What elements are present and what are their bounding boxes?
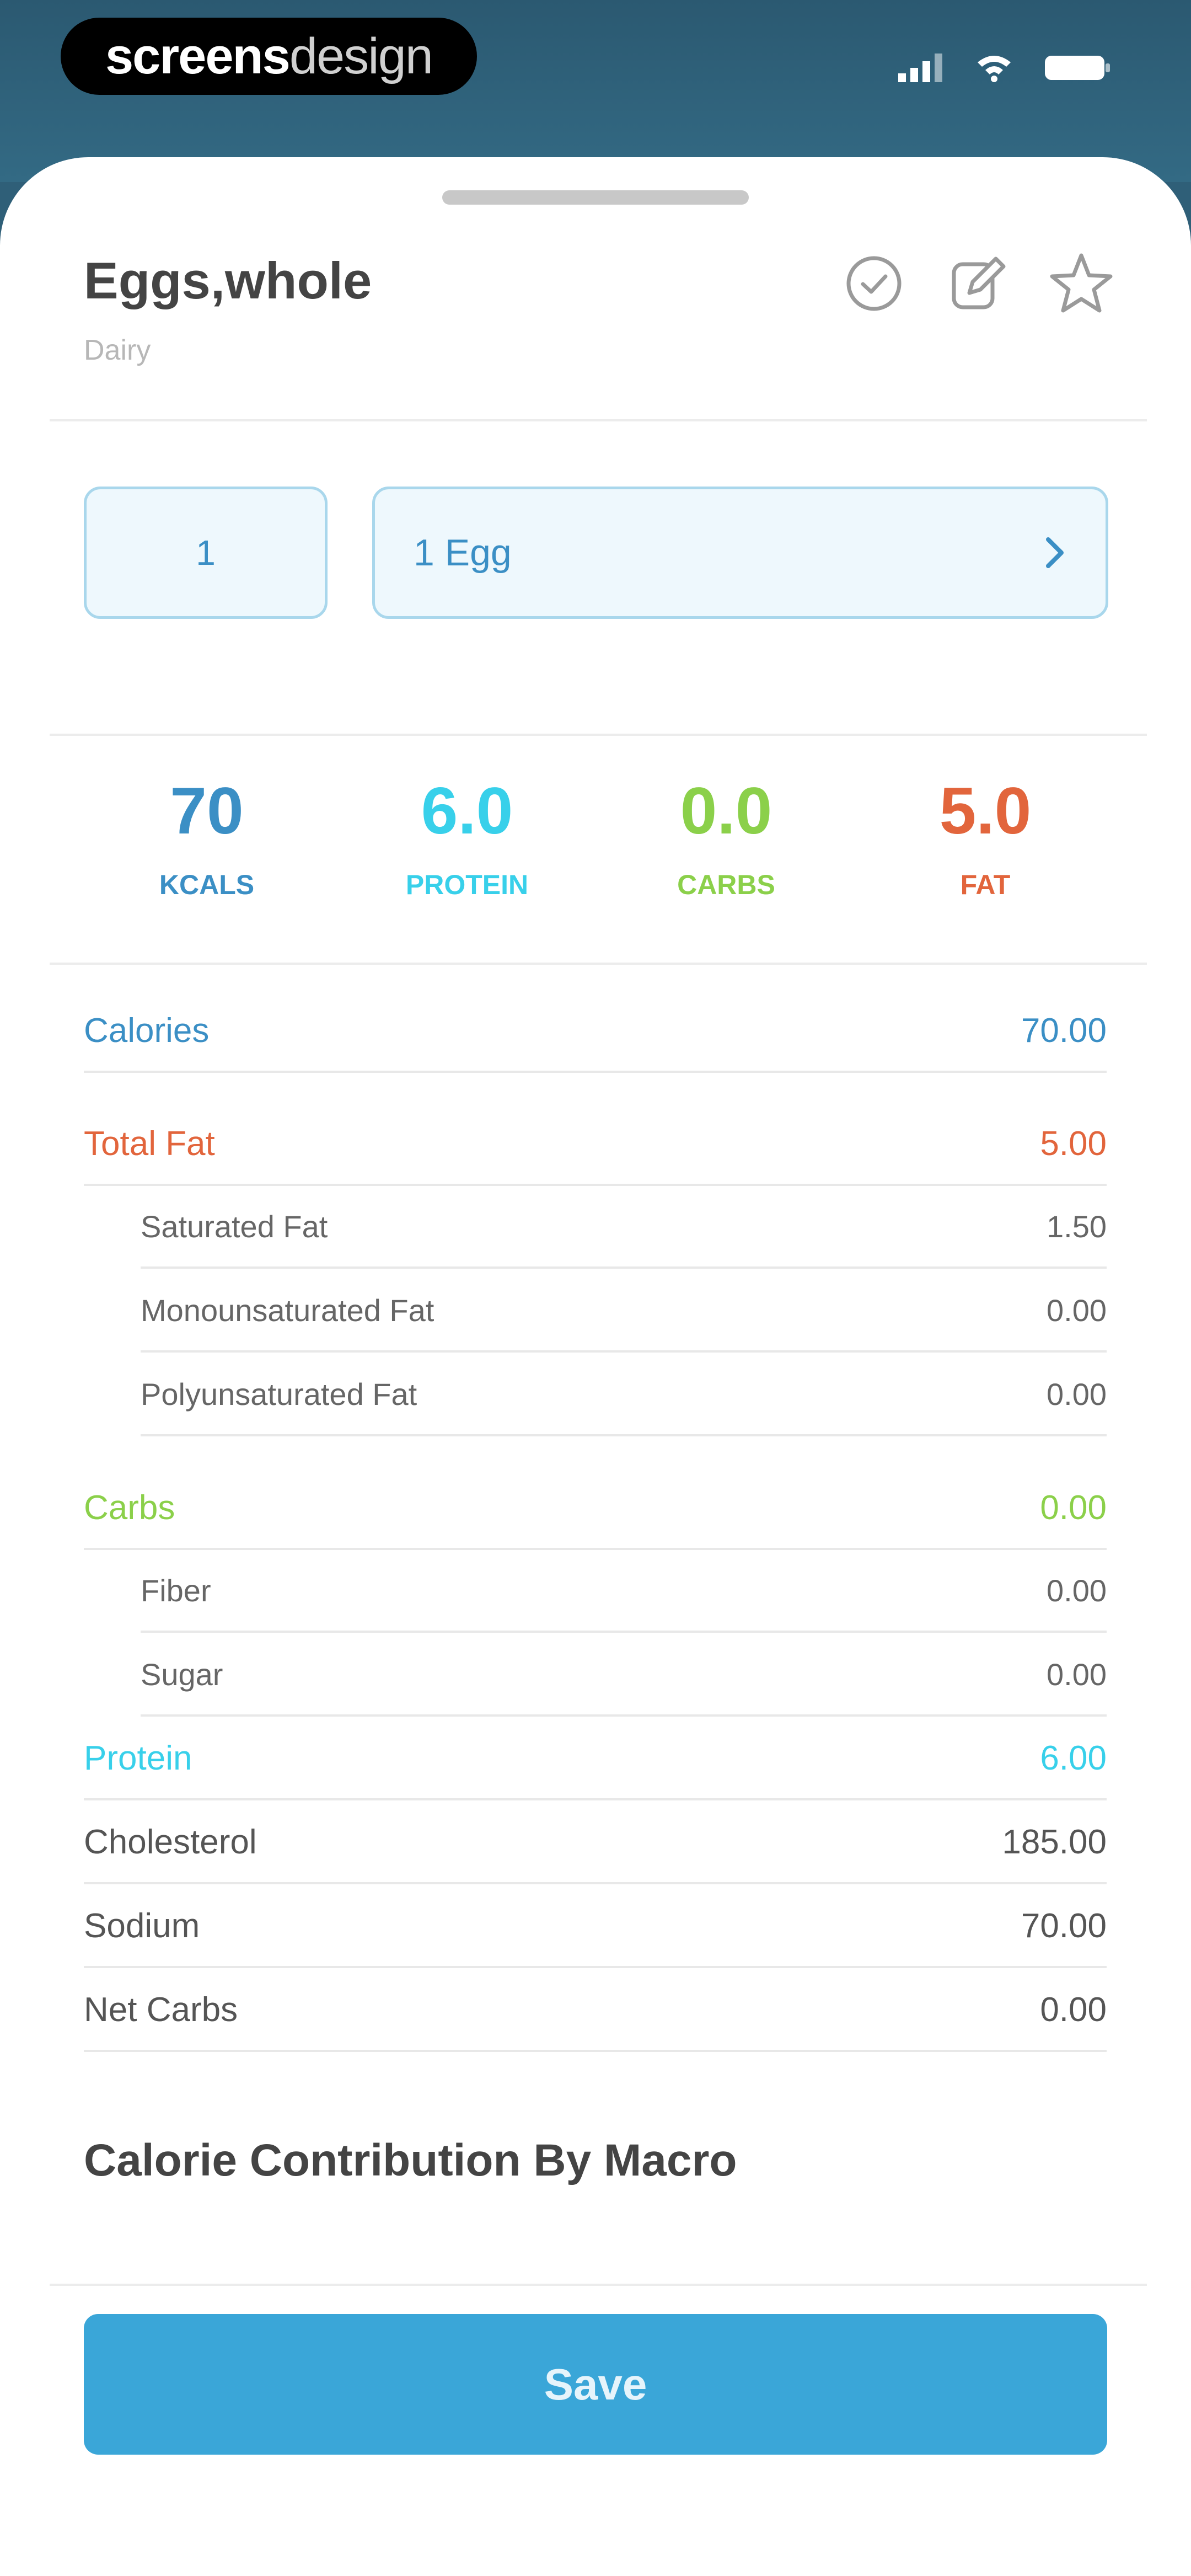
nutrient-label: Protein <box>84 1739 192 1777</box>
check-circle-icon[interactable] <box>841 251 906 316</box>
food-category: Dairy <box>84 334 151 366</box>
signal-icon <box>898 54 942 82</box>
nutrient-label: Sugar <box>141 1656 223 1692</box>
brand-logo-part-a: screens <box>105 28 291 84</box>
nutrient-label: Calories <box>84 1011 210 1050</box>
brand-logo: screensdesign <box>61 18 477 95</box>
macro-value: 5.0 <box>939 774 1032 848</box>
divider <box>50 2284 1147 2286</box>
nutrient-label: Total Fat <box>84 1124 215 1163</box>
nutrient-row-carbs: Carbs 0.00 <box>84 1467 1107 1550</box>
star-icon[interactable] <box>1049 251 1114 316</box>
nutrient-value: 70.00 <box>1021 1011 1107 1050</box>
macro-label: KCALS <box>159 869 255 900</box>
nutrient-value: 0.00 <box>1040 1990 1107 2029</box>
edit-icon[interactable] <box>945 251 1010 316</box>
nutrient-value: 6.00 <box>1040 1739 1107 1777</box>
nutrient-row-total-fat: Total Fat 5.00 <box>84 1103 1107 1186</box>
nutrient-label: Fiber <box>141 1573 211 1608</box>
macro-label: PROTEIN <box>405 869 529 900</box>
nutrient-row-saturated-fat: Saturated Fat 1.50 <box>141 1186 1107 1269</box>
nutrient-value: 0.00 <box>1047 1292 1107 1328</box>
nutrient-label: Carbs <box>84 1488 175 1527</box>
nutrient-row-polyunsaturated-fat: Polyunsaturated Fat 0.00 <box>141 1354 1107 1436</box>
serving-unit-label: 1 Egg <box>414 532 512 574</box>
nutrient-value: 0.00 <box>1047 1573 1107 1608</box>
nutrient-label: Saturated Fat <box>141 1209 328 1244</box>
macro-protein: 6.0 PROTEIN <box>384 778 550 901</box>
macro-value: 70 <box>170 774 244 848</box>
nutrient-label: Cholesterol <box>84 1823 257 1861</box>
divider <box>50 734 1147 736</box>
nutrient-row-calories: Calories 70.00 <box>84 990 1107 1073</box>
macro-label: CARBS <box>677 869 775 900</box>
sheet-grabber[interactable] <box>442 190 749 205</box>
nutrient-value: 185.00 <box>1002 1823 1107 1861</box>
nutrient-value: 0.00 <box>1047 1656 1107 1692</box>
nutrient-value: 70.00 <box>1021 1906 1107 1945</box>
macro-value: 6.0 <box>421 774 513 848</box>
status-bar: screensdesign <box>0 0 1191 182</box>
nutrient-label: Monounsaturated Fat <box>141 1292 434 1328</box>
nutrient-row-cholesterol: Cholesterol 185.00 <box>84 1802 1107 1884</box>
quantity-input[interactable]: 1 <box>84 487 328 619</box>
nutrient-label: Sodium <box>84 1906 200 1945</box>
nutrient-row-net-carbs: Net Carbs 0.00 <box>84 1969 1107 2052</box>
food-title: Eggs,whole <box>84 252 372 309</box>
macro-label: FAT <box>960 869 1011 900</box>
macro-value: 0.0 <box>680 774 772 848</box>
nutrient-value: 0.00 <box>1047 1376 1107 1412</box>
divider <box>50 419 1147 421</box>
save-button[interactable]: Save <box>84 2314 1107 2455</box>
nutrient-value: 1.50 <box>1047 1209 1107 1244</box>
battery-icon <box>1045 56 1110 80</box>
nutrient-value: 0.00 <box>1040 1488 1107 1527</box>
macro-kcals: 70 KCALS <box>124 778 289 901</box>
nutrient-value: 5.00 <box>1040 1124 1107 1163</box>
status-icons <box>898 49 1111 87</box>
wifi-icon <box>978 56 1011 82</box>
nutrient-row-fiber: Fiber 0.00 <box>141 1550 1107 1633</box>
food-detail-sheet: Eggs,whole Dairy 1 1 Egg 70 KCALS 6.0 PR… <box>0 157 1191 2576</box>
serving-unit-select[interactable]: 1 Egg <box>372 487 1108 619</box>
divider <box>50 963 1147 965</box>
nutrient-row-monounsaturated-fat: Monounsaturated Fat 0.00 <box>141 1270 1107 1353</box>
nutrient-label: Net Carbs <box>84 1990 238 2029</box>
macro-carbs: 0.0 CARBS <box>643 778 809 901</box>
section-title-calorie-contribution: Calorie Contribution By Macro <box>84 2135 737 2185</box>
header-actions <box>841 251 1114 316</box>
chevron-right-icon <box>1046 537 1064 568</box>
nutrient-row-sodium: Sodium 70.00 <box>84 1885 1107 1968</box>
nutrient-row-protein: Protein 6.00 <box>84 1718 1107 1800</box>
nutrient-label: Polyunsaturated Fat <box>141 1376 417 1412</box>
brand-logo-part-b: design <box>289 28 433 84</box>
nutrient-row-sugar: Sugar 0.00 <box>141 1634 1107 1717</box>
macro-summary: 70 KCALS 6.0 PROTEIN 0.0 CARBS 5.0 FAT <box>77 778 1114 901</box>
macro-fat: 5.0 FAT <box>903 778 1068 901</box>
